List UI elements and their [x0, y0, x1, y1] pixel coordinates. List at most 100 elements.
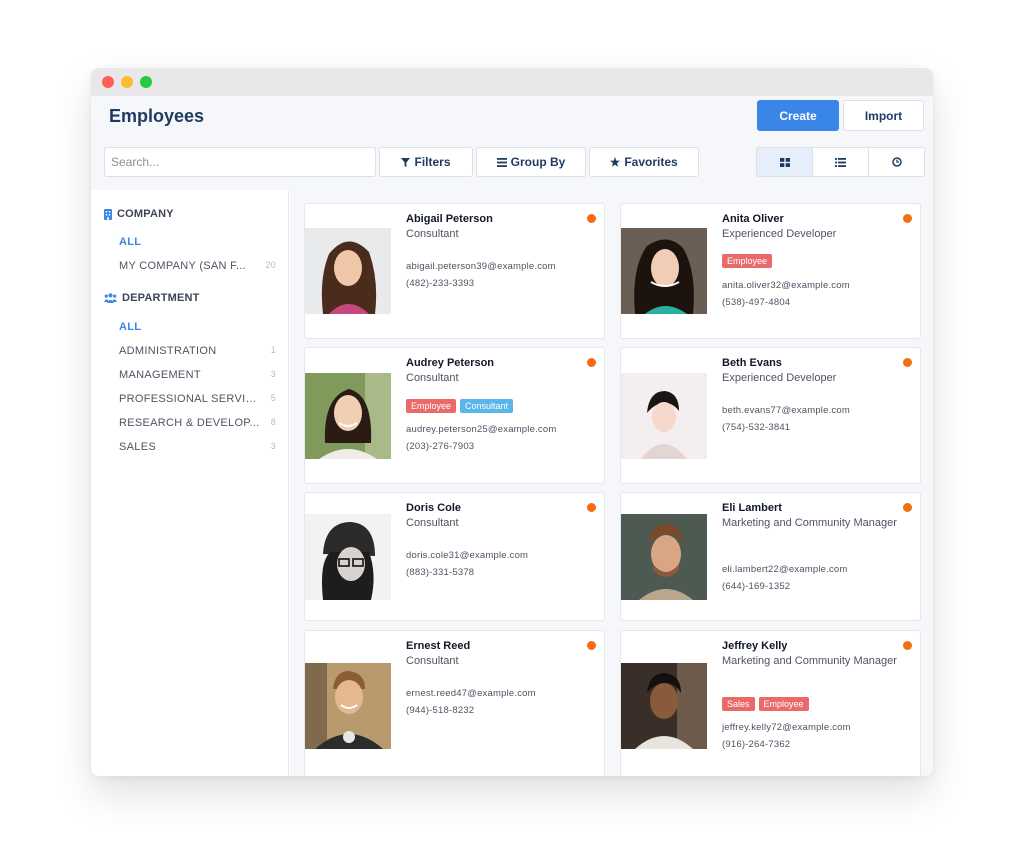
employee-card[interactable]: Doris Cole Consultant doris.cole31@examp… [304, 492, 605, 621]
department-item-count: 3 [270, 441, 276, 451]
employee-name: Anita Oliver [722, 213, 784, 225]
presence-status-dot [587, 641, 596, 650]
employee-email: eli.lambert22@example.com [722, 564, 848, 575]
presence-status-dot [587, 358, 596, 367]
department-item-count: 1 [270, 345, 276, 355]
maximize-window-button[interactable] [140, 76, 152, 88]
employee-photo [305, 514, 391, 600]
employee-photo [305, 228, 391, 314]
employee-phone: (944)-518-8232 [406, 705, 475, 716]
employee-card[interactable]: Eli Lambert Marketing and Community Mana… [620, 492, 921, 621]
employee-job-title: Marketing and Community Manager [722, 655, 897, 667]
employee-job-title: Consultant [406, 228, 459, 240]
building-icon [104, 208, 112, 220]
department-item-label: MANAGEMENT [119, 369, 201, 381]
department-item-management[interactable]: MANAGEMENT 3 [119, 369, 276, 381]
group-by-button[interactable]: Group By [476, 147, 586, 177]
filter-icon [401, 157, 411, 167]
app-window: Employees Create Import Filters Group By… [91, 68, 933, 776]
department-item-count: 8 [270, 417, 276, 427]
employee-name: Audrey Peterson [406, 357, 495, 369]
employee-tags: Employee Consultant [406, 399, 514, 413]
employee-job-title: Consultant [406, 372, 459, 384]
minimize-window-button[interactable] [121, 76, 133, 88]
department-section-header: DEPARTMENT [104, 292, 200, 304]
employee-phone: (754)-532-3841 [722, 422, 791, 433]
employee-job-title: Consultant [406, 655, 459, 667]
department-item-sales[interactable]: SALES 3 [119, 441, 276, 453]
employee-card[interactable]: Beth Evans Experienced Developer beth.ev… [620, 347, 921, 484]
employee-email: abigail.peterson39@example.com [406, 261, 556, 272]
activity-view-button[interactable] [868, 148, 924, 176]
tag-consultant: Consultant [460, 399, 514, 413]
presence-status-dot [587, 214, 596, 223]
department-item-professional-services[interactable]: PROFESSIONAL SERVIC... 5 [119, 393, 276, 405]
employee-photo [621, 514, 707, 600]
employee-name: Ernest Reed [406, 640, 471, 652]
filters-label: Filters [414, 155, 451, 169]
employee-email: doris.cole31@example.com [406, 550, 529, 561]
employee-phone: (538)-497-4804 [722, 297, 791, 308]
favorites-button[interactable]: Favorites [589, 147, 699, 177]
employee-photo [621, 228, 707, 314]
presence-status-dot [587, 503, 596, 512]
department-item-count: 5 [270, 393, 276, 403]
presence-status-dot [903, 358, 912, 367]
list-icon [835, 157, 846, 167]
control-panel: Employees Create Import Filters Group By… [91, 96, 933, 190]
employee-name: Doris Cole [406, 502, 462, 514]
department-item-label: ALL [119, 321, 142, 333]
company-item-my-company[interactable]: MY COMPANY (SAN F... 20 [119, 260, 276, 272]
employee-name: Jeffrey Kelly [722, 640, 788, 652]
employee-name: Beth Evans [722, 357, 782, 369]
employee-job-title: Experienced Developer [722, 228, 837, 240]
search-panel-sidebar: COMPANY ALL MY COMPANY (SAN F... 20 DEPA… [91, 190, 289, 776]
employee-photo [305, 663, 391, 749]
employee-card[interactable]: Audrey Peterson Consultant Employee Cons… [304, 347, 605, 484]
list-view-button[interactable] [812, 148, 868, 176]
employee-photo [305, 373, 391, 459]
employee-tags: Employee [722, 254, 773, 268]
company-item-label: MY COMPANY (SAN F... [119, 260, 247, 272]
employee-job-title: Experienced Developer [722, 372, 837, 384]
presence-status-dot [903, 214, 912, 223]
department-item-label: RESEARCH & DEVELOP... [119, 417, 260, 429]
employee-email: ernest.reed47@example.com [406, 688, 536, 699]
employee-name: Abigail Peterson [406, 213, 493, 225]
employee-card[interactable]: Anita Oliver Experienced Developer Emplo… [620, 203, 921, 339]
department-item-all[interactable]: ALL [119, 321, 276, 333]
employee-card[interactable]: Jeffrey Kelly Marketing and Community Ma… [620, 630, 921, 776]
page-title: Employees [109, 106, 205, 126]
filters-button[interactable]: Filters [379, 147, 473, 177]
employee-tags: Sales Employee [722, 697, 809, 711]
tag-employee: Employee [758, 697, 809, 711]
import-button[interactable]: Import [843, 100, 924, 131]
create-button[interactable]: Create [757, 100, 839, 131]
employee-phone: (883)-331-5378 [406, 567, 475, 578]
view-switcher [756, 147, 925, 177]
employee-card[interactable]: Abigail Peterson Consultant abigail.pete… [304, 203, 605, 339]
star-icon [610, 157, 621, 167]
employee-phone: (482)-233-3393 [406, 278, 475, 289]
company-item-all[interactable]: ALL [119, 236, 276, 248]
group-by-label: Group By [510, 155, 566, 169]
employee-phone: (644)-169-1352 [722, 581, 791, 592]
users-icon [104, 293, 117, 303]
department-item-research-development[interactable]: RESEARCH & DEVELOP... 8 [119, 417, 276, 429]
employee-phone: (203)-276-7903 [406, 441, 475, 452]
kanban-view-button[interactable] [757, 148, 812, 176]
close-window-button[interactable] [102, 76, 114, 88]
employee-photo [621, 663, 707, 749]
employee-email: jeffrey.kelly72@example.com [722, 722, 851, 733]
department-item-administration[interactable]: ADMINISTRATION 1 [119, 345, 276, 357]
presence-status-dot [903, 641, 912, 650]
company-item-label: ALL [119, 236, 142, 248]
search-input[interactable] [104, 147, 376, 177]
department-item-label: ADMINISTRATION [119, 345, 217, 357]
grid-icon [779, 157, 790, 167]
employee-card[interactable]: Ernest Reed Consultant ernest.reed47@exa… [304, 630, 605, 776]
department-header-label: DEPARTMENT [122, 292, 200, 304]
tag-sales: Sales [722, 697, 755, 711]
bars-icon [496, 157, 507, 167]
department-item-count: 3 [270, 369, 276, 379]
